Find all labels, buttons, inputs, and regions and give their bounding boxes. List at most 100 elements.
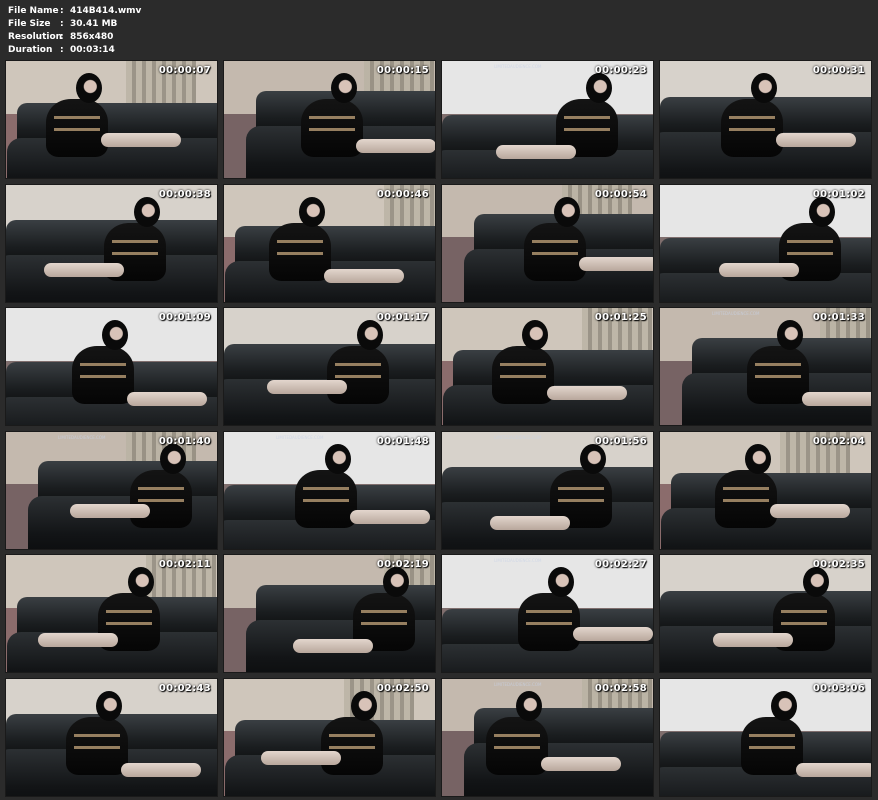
video-thumbnail: LIMITEDAUDIENCE.COM 00:02:27: [441, 554, 654, 673]
person-head: [331, 73, 357, 103]
timestamp-label: 00:01:40: [158, 435, 211, 447]
person-head: [160, 443, 186, 474]
person-head: [771, 690, 797, 721]
rope-line: [112, 239, 158, 243]
person-legs: [356, 139, 435, 153]
person-head: [134, 196, 160, 227]
thumbnail-scene: [6, 61, 217, 178]
timestamp-label: 00:02:19: [376, 559, 429, 570]
timestamp-label: 00:02:11: [158, 559, 211, 570]
person-legs: [547, 386, 627, 400]
video-thumbnail: 00:01:25: [441, 307, 654, 426]
rope-line: [558, 498, 604, 502]
rope-line: [361, 610, 407, 613]
video-thumbnail: 00:02:43: [5, 677, 218, 797]
rope-line: [54, 116, 100, 119]
watermark-text: LIMITEDAUDIENCE.COM: [494, 434, 542, 440]
timestamp-label: 00:00:07: [158, 65, 211, 76]
timestamp-label: 00:02:04: [812, 435, 865, 447]
video-thumbnail: LIMITEDAUDIENCE.COM 00:02:58: [441, 677, 654, 797]
rope-line: [303, 486, 349, 490]
thumbnail-scene: [224, 184, 435, 302]
person-head: [803, 567, 829, 597]
watermark-text: LIMITEDAUDIENCE.COM: [494, 558, 542, 563]
person-head: [351, 690, 377, 721]
rope-line: [755, 375, 801, 378]
timestamp-label: 00:00:15: [376, 65, 429, 76]
person-legs: [496, 145, 576, 159]
video-thumbnail: 00:02:19: [223, 554, 436, 673]
person-head: [522, 320, 548, 350]
file-size-row: File Size : 30.41 MB: [8, 18, 141, 31]
timestamp-label: 00:01:48: [376, 435, 429, 447]
timestamp-label: 00:03:06: [812, 682, 865, 694]
file-name-row: File Name : 414B414.wmv: [8, 5, 141, 18]
rope-line: [526, 610, 572, 613]
rope-line: [723, 498, 769, 502]
video-thumbnail: LIMITEDAUDIENCE.COM 00:01:48: [223, 430, 436, 550]
file-size-label: File Size: [8, 19, 51, 29]
rope-line: [781, 622, 827, 625]
thumbnail-scene: [6, 678, 217, 796]
rope-line: [329, 745, 375, 749]
person-legs: [719, 262, 799, 277]
person-legs: [70, 503, 150, 518]
rope-line: [558, 486, 604, 490]
rope-line: [74, 745, 120, 749]
person-head: [777, 320, 803, 350]
rope-line: [138, 498, 184, 502]
rope-line: [335, 363, 381, 366]
person-legs: [573, 627, 653, 641]
thumbnail-scene: [6, 555, 217, 672]
file-info-panel: File Name : 414B414.wmv File Size : 30.4…: [8, 5, 141, 57]
person-head: [102, 320, 128, 350]
sofa: [660, 273, 871, 302]
rope-line: [781, 610, 827, 613]
rope-line: [749, 745, 795, 749]
person-head: [76, 73, 102, 103]
rope-line: [361, 622, 407, 625]
person-head: [96, 690, 122, 721]
rope-line: [500, 363, 546, 366]
rope-line: [335, 375, 381, 378]
video-thumbnail: 00:00:31: [659, 60, 872, 179]
timestamp-label: 00:01:33: [812, 312, 865, 323]
rope-line: [526, 622, 572, 625]
rope-line: [755, 363, 801, 366]
file-name-label: File Name: [8, 6, 59, 16]
rope-line: [106, 610, 152, 613]
person-legs: [44, 262, 124, 277]
thumbnail-scene: [442, 555, 653, 672]
thumbnail-scene: [6, 308, 217, 425]
video-thumbnail: LIMITEDAUDIENCE.COM 00:01:56: [441, 430, 654, 550]
video-thumbnail: 00:02:04: [659, 430, 872, 550]
watermark-text: LIMITEDAUDIENCE.COM: [58, 434, 106, 440]
duration-value: 00:03:14: [70, 45, 115, 55]
rope-line: [532, 239, 578, 243]
person-legs: [770, 503, 850, 518]
video-thumbnail: LIMITEDAUDIENCE.COM 00:01:40: [5, 430, 218, 550]
rope-line: [106, 622, 152, 625]
thumbnail-scene: [224, 308, 435, 425]
separator: :: [60, 19, 64, 29]
person-legs: [579, 256, 653, 271]
thumbnail-scene: [660, 678, 871, 796]
duration-label: Duration: [8, 45, 53, 55]
thumbnail-scene: [6, 184, 217, 302]
video-thumbnail: 00:00:07: [5, 60, 218, 179]
person-head: [745, 443, 771, 474]
separator: :: [60, 6, 64, 16]
thumbnail-scene: [442, 431, 653, 549]
video-thumbnail: 00:00:54: [441, 183, 654, 303]
rope-line: [729, 128, 775, 131]
rope-line: [729, 116, 775, 119]
rope-line: [564, 116, 610, 119]
thumbnail-scene: [660, 431, 871, 549]
thumbnail-scene: [224, 61, 435, 178]
timestamp-label: 00:02:58: [594, 682, 647, 694]
video-thumbnail: 00:01:09: [5, 307, 218, 426]
rope-line: [329, 733, 375, 737]
person-legs: [776, 133, 856, 147]
rope-line: [74, 733, 120, 737]
thumbnail-scene: [224, 678, 435, 796]
